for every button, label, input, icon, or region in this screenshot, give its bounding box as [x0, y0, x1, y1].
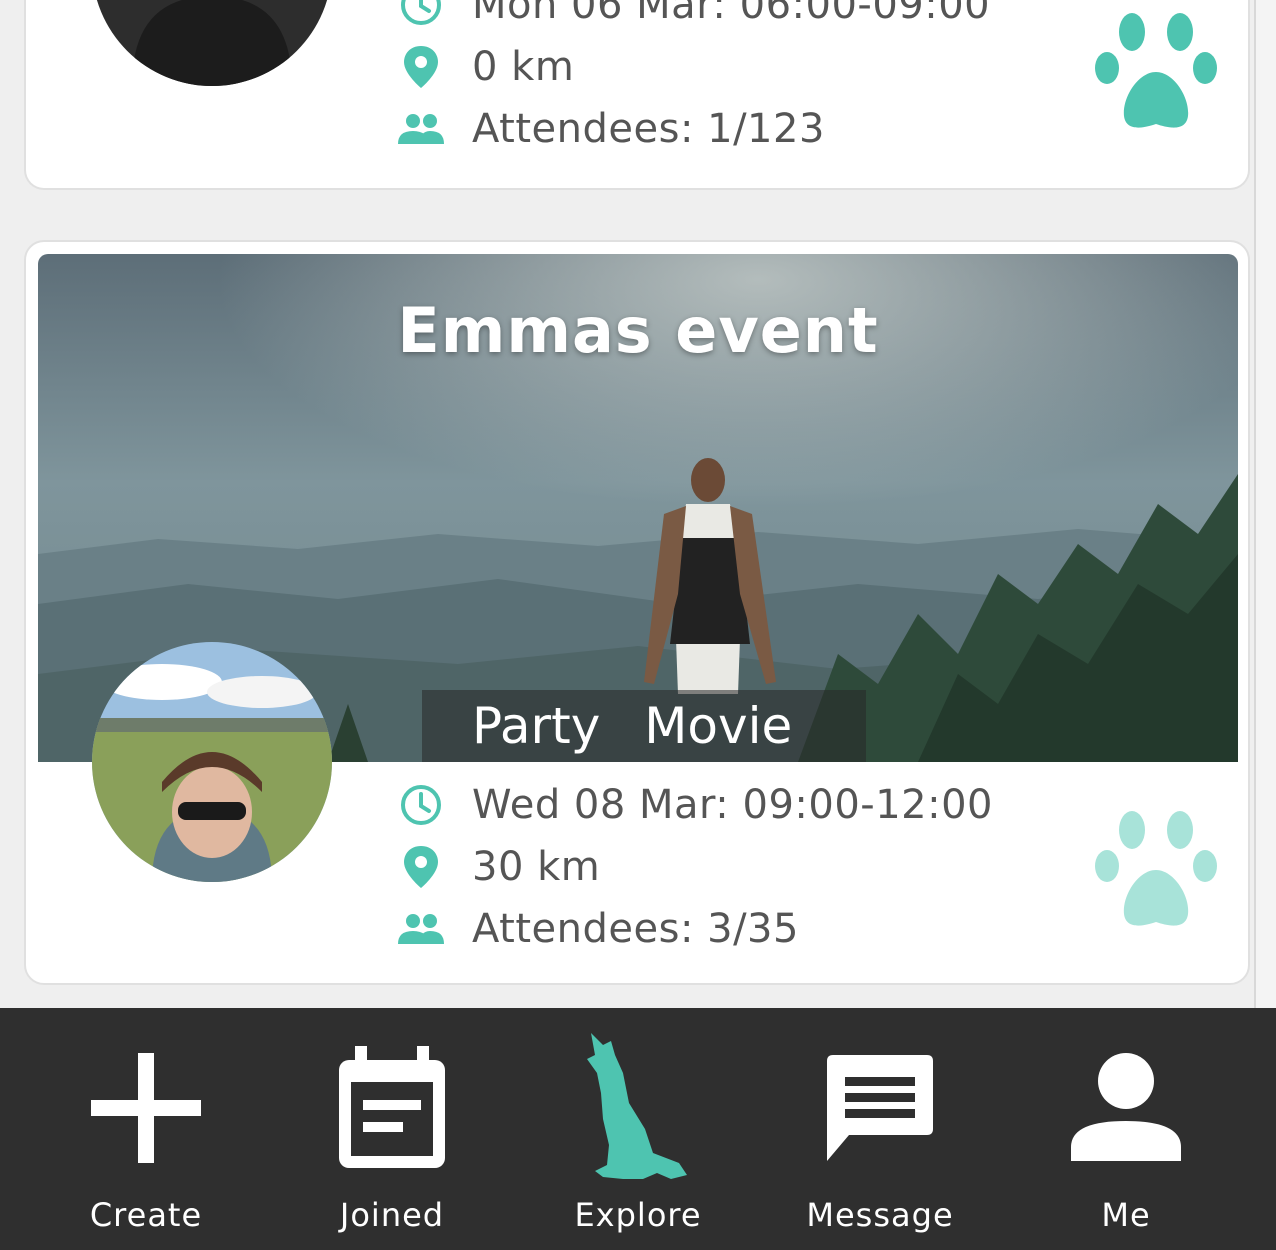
event-distance: 30 km — [472, 844, 601, 890]
nav-joined[interactable]: Joined — [292, 1008, 492, 1250]
person-icon — [1066, 1038, 1186, 1178]
scrollbar[interactable] — [1254, 0, 1276, 1008]
paw-icon[interactable] — [1094, 12, 1218, 136]
paw-icon[interactable] — [1094, 810, 1218, 934]
bottom-nav: Create Joined Explore Message Me — [0, 1008, 1276, 1250]
nav-message[interactable]: Message — [780, 1008, 980, 1250]
clock-icon — [396, 0, 446, 30]
event-tags: Party Movie — [422, 690, 866, 762]
event-card[interactable]: Mon 06 Mar: 06:00-09:00 0 km Attendees: … — [24, 0, 1250, 190]
event-attendees-row: Attendees: 3/35 — [396, 898, 993, 960]
nav-label: Me — [1101, 1196, 1151, 1234]
location-pin-icon — [396, 842, 446, 892]
host-avatar — [92, 0, 332, 86]
event-attendees: Attendees: 1/123 — [472, 106, 825, 152]
people-icon — [396, 904, 446, 954]
nav-label: Joined — [339, 1196, 445, 1234]
nav-label: Create — [89, 1196, 203, 1234]
event-attendees: Attendees: 3/35 — [472, 906, 799, 952]
nav-explore[interactable]: Explore — [538, 1008, 738, 1250]
event-attendees-row: Attendees: 1/123 — [396, 98, 990, 160]
event-tag: Party — [472, 697, 601, 755]
clock-icon — [396, 780, 446, 830]
wolf-icon — [578, 1033, 698, 1179]
event-tag: Movie — [644, 697, 793, 755]
event-time-row: Wed 08 Mar: 09:00-12:00 — [396, 774, 993, 836]
event-info: Wed 08 Mar: 09:00-12:00 30 km Attendees:… — [396, 774, 993, 960]
event-time: Wed 08 Mar: 09:00-12:00 — [472, 782, 993, 828]
calendar-icon — [332, 1038, 452, 1178]
event-time-row: Mon 06 Mar: 06:00-09:00 — [396, 0, 990, 36]
message-icon — [820, 1038, 940, 1178]
plus-icon — [86, 1038, 206, 1178]
event-distance-row: 30 km — [396, 836, 993, 898]
event-distance-row: 0 km — [396, 36, 990, 98]
nav-label: Message — [806, 1196, 954, 1234]
event-distance: 0 km — [472, 44, 575, 90]
event-time: Mon 06 Mar: 06:00-09:00 — [472, 0, 991, 28]
event-info: Mon 06 Mar: 06:00-09:00 0 km Attendees: … — [396, 0, 990, 160]
event-card[interactable]: Emmas event Party Movie Wed 08 Mar: 09:0… — [24, 240, 1250, 985]
host-avatar — [92, 642, 332, 882]
people-icon — [396, 104, 446, 154]
nav-create[interactable]: Create — [46, 1008, 246, 1250]
location-pin-icon — [396, 42, 446, 92]
event-title: Emmas event — [397, 294, 879, 367]
nav-label: Explore — [574, 1196, 702, 1234]
nav-me[interactable]: Me — [1026, 1008, 1226, 1250]
